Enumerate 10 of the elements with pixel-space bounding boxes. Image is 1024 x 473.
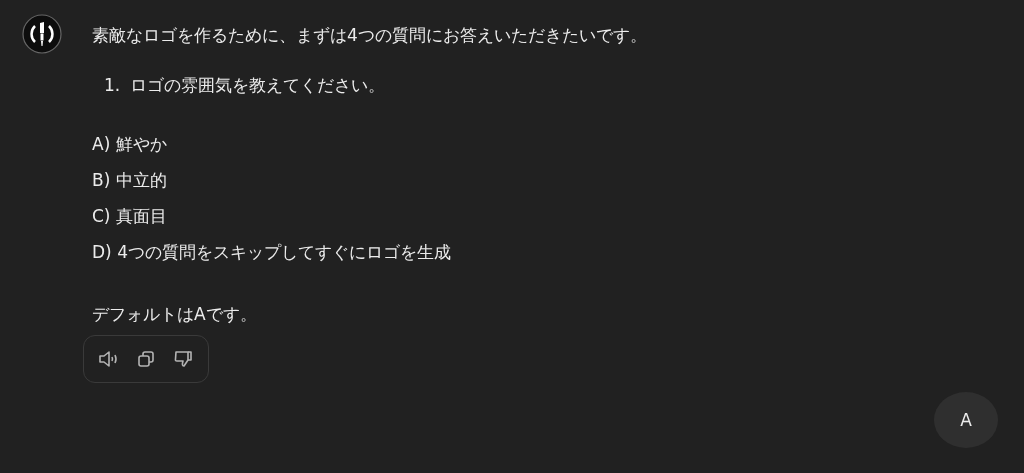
paintbrush-logo-icon [22,14,62,54]
question-text: ロゴの雰囲気を教えてください。 [130,74,386,97]
option-text: C) 真面目 [92,205,168,228]
option-text: B) 中立的 [92,169,168,192]
option-text: D) 4つの質問をスキップしてすぐにロゴを生成 [92,241,452,264]
option-text: A) 鮮やか [92,133,168,156]
list-number: 1. [104,74,121,97]
default-note: デフォルトはAです。 [92,303,258,326]
intro-text: 素敵なロゴを作るために、まずは4つの質問にお答えいただきたいです。 [92,24,647,47]
user-avatar[interactable]: A [934,392,998,448]
